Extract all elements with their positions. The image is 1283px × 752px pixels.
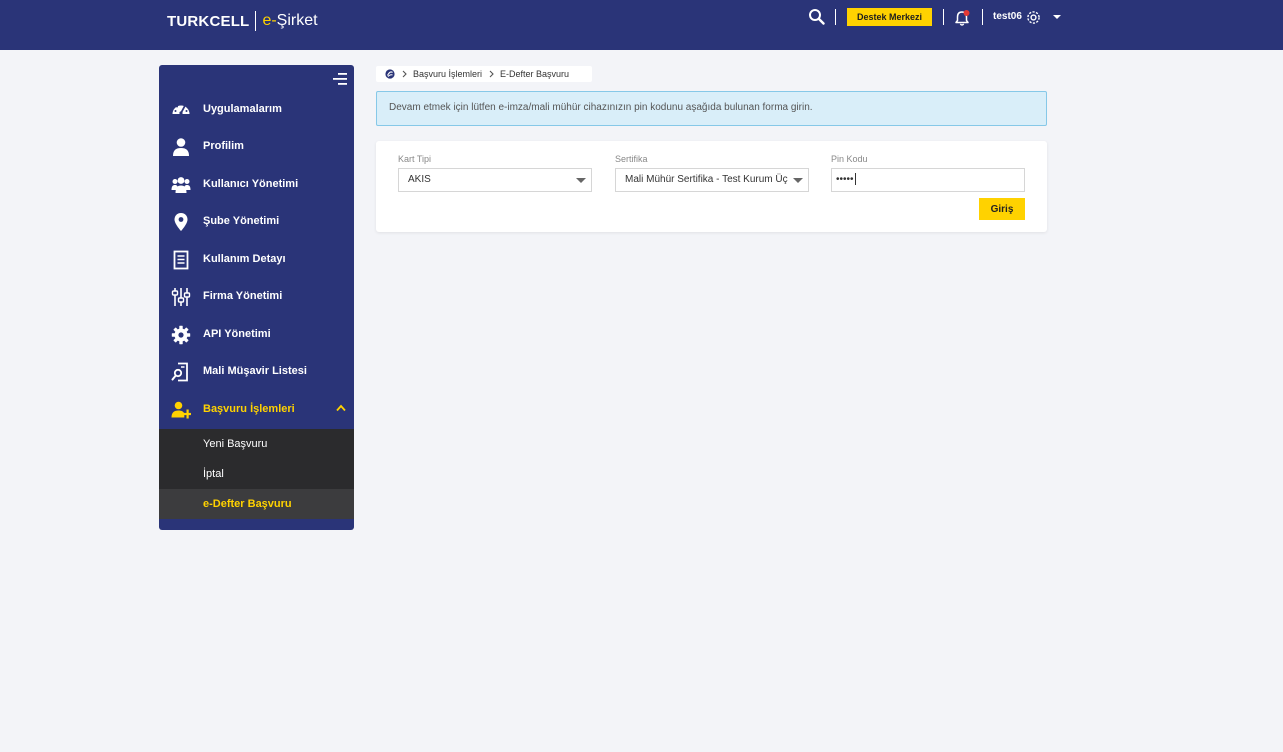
submenu-item-label: İptal (203, 468, 224, 480)
document-icon (173, 250, 189, 270)
top-divider (835, 9, 836, 25)
chevron-right-icon (402, 70, 407, 78)
sidebar-item-kullanim-detayi[interactable]: Kullanım Detayı (159, 241, 354, 278)
sidebar-item-profilim[interactable]: Profilim (159, 128, 354, 165)
chevron-up-icon[interactable] (336, 404, 346, 412)
sidebar-item-label: Mali Müşavir Listesi (203, 365, 307, 377)
user-icon (173, 138, 189, 156)
submenu-item-label: Yeni Başvuru (203, 438, 268, 450)
notification-dot (963, 10, 970, 16)
info-alert-message: Devam etmek için lütfen e-imza/mali mühü… (389, 102, 813, 113)
support-center-button[interactable]: Destek Merkezi (847, 8, 932, 26)
sidebar-item-label: Kullanım Detayı (203, 253, 286, 265)
pin-form-card: Kart Tipi AKIS Sertifika Mali Mühür Sert… (376, 141, 1047, 232)
logo[interactable]: TURKCELL e- Şirket (167, 11, 318, 31)
search-document-icon (171, 362, 188, 382)
top-divider (943, 9, 944, 25)
sidebar-item-label: Uygulamalarım (203, 103, 282, 115)
sidebar-item-label: Firma Yönetimi (203, 290, 283, 302)
speedometer-icon (172, 103, 190, 115)
breadcrumb: Başvuru İşlemleri E-Defter Başvuru (376, 66, 592, 82)
sidebar-item-basvuru-islemleri[interactable]: Başvuru İşlemleri (159, 391, 354, 428)
sidebar-item-label: Profilim (203, 140, 244, 152)
product-prefix: e- (262, 12, 277, 29)
card-type-value: AKIS (408, 174, 431, 185)
certificate-select[interactable]: Mali Mühür Sertifika - Test Kurum Üç (615, 168, 809, 192)
username[interactable]: test06 (993, 11, 1022, 22)
menu-toggle-icon[interactable] (333, 73, 347, 85)
user-add-icon (171, 401, 191, 419)
top-bar: TURKCELL e- Şirket Destek Merkezi test06 (0, 0, 1283, 50)
pin-code-input[interactable]: ••••• (831, 168, 1025, 192)
dropdown-caret-icon (576, 178, 586, 183)
search-icon[interactable] (808, 8, 825, 25)
sidebar-item-label: Başvuru İşlemleri (203, 403, 295, 415)
bell-icon[interactable] (953, 9, 971, 27)
certificate-value: Mali Mühür Sertifika - Test Kurum Üç (625, 174, 788, 185)
dropdown-caret-icon (793, 178, 803, 183)
pin-code-value: ••••• (836, 174, 854, 185)
text-cursor (854, 173, 856, 186)
pin-code-label: Pin Kodu (831, 154, 868, 164)
sidebar-item-kullanici-yonetimi[interactable]: Kullanıcı Yönetimi (159, 166, 354, 203)
logo-divider (255, 11, 257, 31)
chevron-right-icon (489, 70, 494, 78)
card-type-label: Kart Tipi (398, 154, 432, 164)
sidebar-item-uygulamalarim[interactable]: Uygulamalarım (159, 91, 354, 128)
sidebar-item-api-yonetimi[interactable]: API Yönetimi (159, 316, 354, 353)
users-group-icon (171, 177, 191, 193)
breadcrumb-link[interactable]: Başvuru İşlemleri (413, 69, 482, 79)
map-pin-icon (174, 213, 188, 231)
submenu-item-yeni-basvuru[interactable]: Yeni Başvuru (159, 429, 354, 459)
submenu-item-e-defter-basvuru[interactable]: e-Defter Başvuru (159, 489, 354, 519)
home-logo-icon[interactable] (385, 69, 395, 79)
breadcrumb-current: E-Defter Başvuru (500, 69, 570, 79)
gear-icon (171, 325, 191, 345)
sidebar-item-firma-yonetimi[interactable]: Firma Yönetimi (159, 278, 354, 315)
sidebar-item-label: Şube Yönetimi (203, 215, 280, 227)
submenu-item-iptal[interactable]: İptal (159, 459, 354, 489)
sidebar-item-label: Kullanıcı Yönetimi (203, 178, 299, 190)
sliders-icon (171, 288, 191, 306)
user-menu-caret-icon[interactable] (1053, 15, 1061, 19)
settings-gear-icon[interactable] (1025, 9, 1042, 26)
sidebar-item-sube-yonetimi[interactable]: Şube Yönetimi (159, 203, 354, 240)
card-type-select[interactable]: AKIS (398, 168, 592, 192)
sidebar-item-label: API Yönetimi (203, 328, 271, 340)
top-divider (982, 9, 983, 25)
brand-name: TURKCELL (167, 12, 250, 30)
submenu-item-label: e-Defter Başvuru (203, 498, 292, 510)
product-name: Şirket (276, 12, 318, 29)
info-alert: Devam etmek için lütfen e-imza/mali mühü… (376, 91, 1047, 126)
sidebar-item-mali-musavir-listesi[interactable]: Mali Müşavir Listesi (159, 353, 354, 390)
certificate-label: Sertifika (615, 154, 648, 164)
sidebar: Uygulamalarım Profilim Kullanıcı Yönetim… (159, 65, 354, 530)
login-button[interactable]: Giriş (979, 198, 1025, 220)
submenu-basvuru-islemleri: Yeni Başvuru İptal e-Defter Başvuru (159, 429, 354, 519)
